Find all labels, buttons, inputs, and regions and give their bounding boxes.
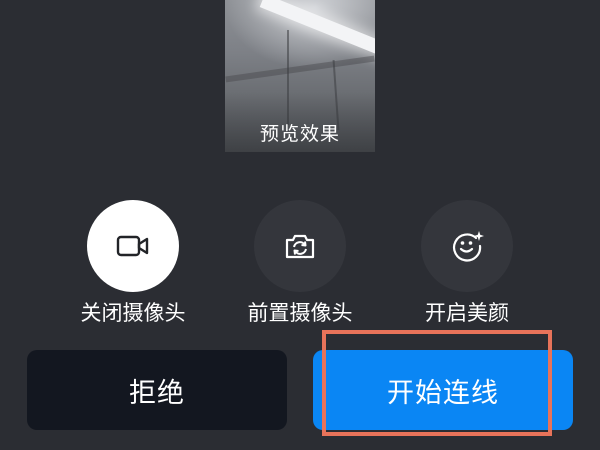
toggle-camera-label: 关闭摄像头 [80, 301, 186, 325]
start-connection-button[interactable]: 开始连线 [313, 350, 573, 430]
toggle-camera-control[interactable]: 关闭摄像头 [58, 200, 208, 327]
beauty-label: 开启美颜 [425, 301, 509, 325]
front-camera-control[interactable]: 前置摄像头 [225, 200, 375, 327]
toggle-camera-button[interactable] [87, 200, 179, 292]
front-camera-label: 前置摄像头 [247, 301, 353, 325]
beauty-control[interactable]: 开启美颜 [392, 200, 542, 327]
smiley-sparkle-icon [453, 231, 484, 262]
preview-label: 预览效果 [259, 123, 340, 145]
call-panel: 预览效果 关闭摄像头 前置摄像头 开启美颜 拒绝 开始连线 [0, 0, 600, 450]
front-camera-button[interactable] [254, 200, 346, 292]
camera-preview: 预览效果 [225, 0, 375, 152]
reject-button[interactable]: 拒绝 [27, 350, 287, 430]
video-camera-icon [116, 235, 149, 257]
beauty-button[interactable] [421, 200, 513, 292]
camera-switch-icon [285, 234, 315, 259]
